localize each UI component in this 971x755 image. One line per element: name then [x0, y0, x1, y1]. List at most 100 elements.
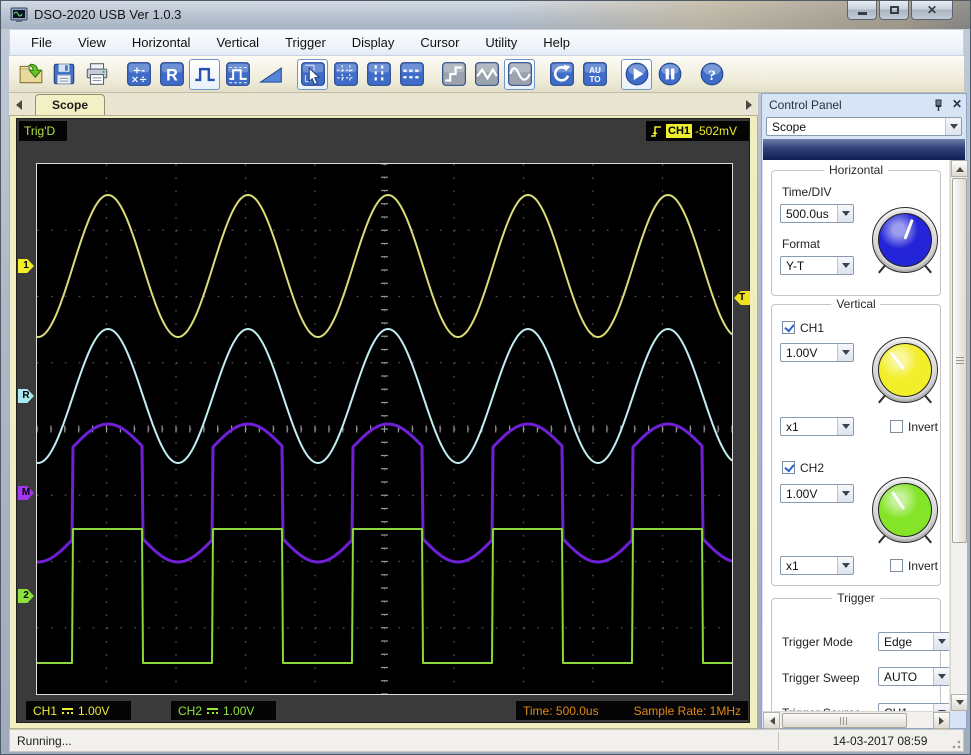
ch1-scale-select[interactable]: 1.00V: [780, 343, 854, 362]
timediv-select[interactable]: 500.0us: [780, 204, 854, 223]
control-panel-close-icon[interactable]: ✕: [950, 97, 964, 111]
format-select[interactable]: Y-T: [780, 256, 854, 275]
ch2-scale-value: 1.00V: [786, 486, 818, 501]
sample-rate-value: Sample Rate: 1MHz: [633, 703, 741, 718]
chevron-down-icon: [945, 118, 961, 135]
menu-item-help[interactable]: Help: [530, 31, 583, 54]
ch2-probe-select[interactable]: x1: [780, 556, 854, 575]
chevron-right-icon: [745, 99, 752, 110]
toolbar-open-button[interactable]: [15, 59, 46, 90]
print-icon: [86, 63, 107, 85]
vertical-scroll-thumb[interactable]: [952, 178, 967, 543]
panel-vertical-scrollbar[interactable]: [950, 160, 968, 711]
trigger-mode-select[interactable]: Edge: [878, 632, 949, 651]
menu-item-cursor[interactable]: Cursor: [407, 31, 472, 54]
ch1-readout-scale: 1.00V: [78, 703, 110, 718]
toolbar-horizontal-cursors-button[interactable]: [396, 59, 427, 90]
ch2-probe-value: x1: [786, 558, 799, 573]
ch1-invert-checkbox[interactable]: [890, 420, 903, 433]
maximize-button[interactable]: [879, 1, 909, 20]
toolbar-levels-button[interactable]: [222, 59, 253, 90]
arrow-left-icon: [766, 716, 775, 725]
scroll-down-button[interactable]: [951, 694, 968, 711]
ch1-readout-label: CH1: [33, 703, 58, 718]
channel-marker-ref[interactable]: R: [18, 389, 34, 403]
open-icon: [19, 63, 42, 84]
minimize-button[interactable]: [847, 1, 877, 20]
menu-item-file[interactable]: File: [18, 31, 65, 54]
panel-select[interactable]: Scope: [766, 117, 962, 136]
scroll-left-button[interactable]: [763, 712, 780, 729]
menu-item-display[interactable]: Display: [339, 31, 408, 54]
resize-grip[interactable]: [949, 737, 961, 749]
pin-icon[interactable]: [930, 98, 944, 112]
chevron-left-icon: [15, 99, 22, 110]
help-icon: ?: [700, 62, 723, 86]
ch2-invert-checkbox[interactable]: [890, 559, 903, 572]
ch1-probe-select[interactable]: x1: [780, 417, 854, 436]
left-marker-strip: 1 R M 2: [18, 164, 35, 694]
ch2-position-knob[interactable]: [872, 477, 938, 543]
ch2-readout-label: CH2: [178, 703, 203, 718]
ch1-position-knob[interactable]: [872, 337, 938, 403]
ch1-invert-label: Invert: [908, 420, 939, 434]
minimize-icon: [857, 11, 867, 15]
scroll-up-button[interactable]: [951, 160, 968, 177]
toolbar-pulse-button[interactable]: [189, 58, 220, 90]
ch2-label: CH2: [800, 461, 825, 475]
toolbar-autoset-button[interactable]: AU TO: [579, 59, 610, 90]
toolbar-sine-interp-button: [504, 58, 535, 90]
chevron-down-icon: [837, 418, 853, 435]
panel-separator-bar: [763, 139, 965, 160]
toolbar-help-button[interactable]: ?: [696, 59, 727, 90]
ch1-knob-face: [878, 343, 932, 397]
ch1-enable-checkbox[interactable]: [782, 321, 795, 334]
trigger-sweep-select[interactable]: AUTO: [878, 667, 949, 686]
channel-marker-ch1[interactable]: 1: [18, 259, 34, 273]
toolbar-reference-button[interactable]: R: [156, 59, 187, 90]
ch2-enable-checkbox[interactable]: [782, 461, 795, 474]
refresh-icon: [549, 62, 574, 86]
timediv-knob[interactable]: [872, 207, 938, 273]
math-icon: +-×÷: [126, 62, 151, 86]
toolbar-save-button[interactable]: [48, 59, 79, 90]
toolbar-math-button[interactable]: +- ×÷: [123, 59, 154, 90]
title-bar[interactable]: DSO-2020 USB Ver 1.0.3 ✕: [1, 1, 970, 29]
toolbar-grid-button[interactable]: [330, 59, 361, 90]
step-interp-icon: [441, 62, 466, 86]
channel-marker-ch2[interactable]: 2: [18, 589, 34, 603]
toolbar-print-button[interactable]: [81, 59, 112, 90]
close-button[interactable]: ✕: [911, 1, 953, 20]
menu-item-utility[interactable]: Utility: [472, 31, 530, 54]
toolbar-vertical-cursors-button[interactable]: [363, 59, 394, 90]
tab-scope[interactable]: Scope: [35, 94, 105, 115]
toolbar-cursor-button[interactable]: [297, 58, 328, 90]
toolbar-separator: [113, 59, 122, 90]
trigger-source-select[interactable]: CH1: [878, 703, 949, 711]
status-separator: [778, 732, 779, 750]
ch1-probe-value: x1: [786, 419, 799, 434]
menu-item-trigger[interactable]: Trigger: [272, 31, 339, 54]
sine-interp-icon: [507, 62, 532, 86]
horizontal-scroll-thumb[interactable]: [782, 713, 907, 728]
toolbar-refresh-button[interactable]: [546, 59, 577, 90]
menu-item-horizontal[interactable]: Horizontal: [119, 31, 204, 54]
vertical-group: Vertical CH1 1.00V x1 Invert CH2 1.00V x…: [771, 297, 941, 586]
close-icon: ✕: [926, 3, 938, 17]
toolbar-pause-button[interactable]: [654, 59, 685, 90]
channel-marker-math[interactable]: M: [18, 486, 34, 500]
menu-item-view[interactable]: View: [65, 31, 119, 54]
arrow-down-icon: [955, 699, 964, 709]
dc-coupling-icon: [207, 707, 219, 715]
scroll-right-button[interactable]: [933, 712, 950, 729]
menu-item-vertical[interactable]: Vertical: [203, 31, 272, 54]
toolbar-ramp-button[interactable]: [255, 59, 286, 90]
tab-scroll-left-button[interactable]: [12, 97, 25, 112]
status-bar: Running... 14-03-2017 08:59: [9, 729, 964, 752]
toolbar-run-button[interactable]: [621, 58, 652, 90]
tab-scroll-right-button[interactable]: [742, 97, 755, 112]
ch2-scale-select[interactable]: 1.00V: [780, 484, 854, 503]
time-value: Time: 500.0us: [523, 703, 599, 718]
trigger-level-marker[interactable]: T: [734, 291, 750, 305]
panel-horizontal-scrollbar[interactable]: [763, 711, 950, 729]
